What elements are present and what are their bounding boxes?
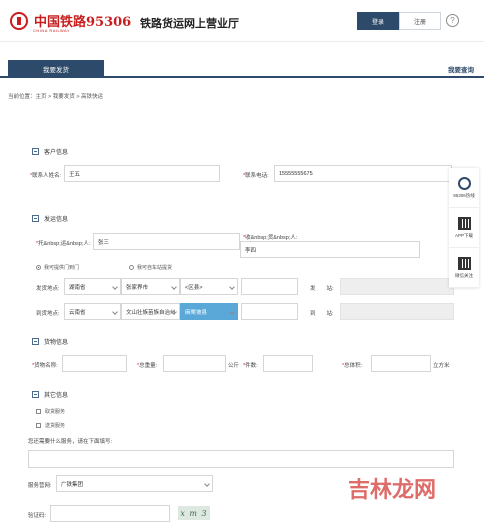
station-to-input[interactable] <box>340 303 454 320</box>
headset-icon <box>457 176 471 190</box>
radio-station-pickup[interactable]: 我可自车站提货 <box>129 264 172 271</box>
railway-logo-icon <box>10 11 28 30</box>
weight-input[interactable] <box>163 355 226 372</box>
station-to-label: 到 站: <box>310 311 334 317</box>
top-header: 中国铁路95306 CHINA RAILWAY 铁路货运网上营业厅 登录 注册 … <box>0 0 484 42</box>
checkbox-icon <box>36 409 41 414</box>
side-hotline[interactable]: 95306热线 <box>449 168 479 208</box>
dest-province-select[interactable]: 云南省 <box>64 303 121 320</box>
tab-ship[interactable]: 我要发货 <box>8 60 104 78</box>
goods-section-title: 货物信息 <box>32 337 68 346</box>
origin-district-select[interactable]: <区县> <box>180 278 238 295</box>
chevron-down-icon <box>112 284 118 290</box>
radio-door-to-door[interactable]: 我可提供门到门 <box>36 264 79 271</box>
chevron-down-icon <box>112 309 118 315</box>
side-panel: 95306热线 APP下载 微信关注 <box>449 168 479 288</box>
watermark: 吉林龙网 <box>348 478 437 503</box>
volume-unit: 立方米 <box>433 363 450 369</box>
station-from-label: 发 站: <box>310 286 334 292</box>
origin-label: 发货地点: <box>36 286 60 292</box>
goods-section-label: 货物信息 <box>44 340 69 346</box>
logo[interactable]: 中国铁路95306 CHINA RAILWAY <box>10 11 131 33</box>
branch-label: 服务营网: <box>28 483 52 489</box>
branch-select[interactable]: 广铁集团 <box>56 475 213 492</box>
logo-subtext: CHINA RAILWAY <box>33 28 71 33</box>
captcha-image[interactable]: x m 3 <box>178 506 210 520</box>
phone-label: *联系电话: <box>243 173 269 179</box>
sender-input[interactable]: 张三 <box>93 233 240 250</box>
contact-name-input[interactable]: 王五 <box>64 165 220 182</box>
user-icon <box>32 148 39 155</box>
volume-input[interactable] <box>371 355 431 372</box>
remark-label: 您还需要什么服务，请在下面填写: <box>28 439 113 445</box>
side-app[interactable]: APP下载 <box>449 208 479 248</box>
shipping-section-label: 发运信息 <box>44 217 69 223</box>
shipping-section-title: 发运信息 <box>32 214 68 223</box>
captcha-label: 验证码: <box>28 513 47 519</box>
receiver-label: *收&nbsp;货&nbsp;人: <box>243 235 298 241</box>
phone-input[interactable]: 15555555675 <box>274 165 452 182</box>
box-icon <box>32 338 39 345</box>
breadcrumb: 当前位置：主页 > 我要发货 > 高铁快运 <box>8 94 104 100</box>
site-title: 铁路货运网上营业厅 <box>140 18 239 30</box>
register-button[interactable]: 注册 <box>399 12 441 30</box>
station-from-input[interactable] <box>340 278 454 295</box>
side-wechat-label: 微信关注 <box>455 272 473 278</box>
dest-address-input[interactable] <box>241 303 298 320</box>
dest-city-select[interactable]: 文山壮族苗族自治州 <box>121 303 180 320</box>
goods-name-label: *货物名称: <box>32 363 58 369</box>
other-section-label: 其它信息 <box>44 393 69 399</box>
chevron-down-icon <box>171 284 177 290</box>
captcha-input[interactable] <box>50 505 170 522</box>
side-hotline-label: 95306热线 <box>453 192 475 198</box>
goods-name-input[interactable] <box>62 355 127 372</box>
volume-label: *总体积: <box>342 363 363 369</box>
chevron-down-icon <box>229 284 235 290</box>
weight-label: *总重量: <box>137 363 158 369</box>
side-app-label: APP下载 <box>454 232 473 238</box>
qr-code-icon <box>457 256 471 270</box>
checkbox-pickup[interactable]: 取货服务 <box>36 408 65 415</box>
chevron-down-icon <box>229 309 235 315</box>
radio-empty-icon <box>129 265 134 270</box>
help-icon[interactable]: ? <box>446 14 459 27</box>
weight-unit: 公斤 <box>228 363 240 369</box>
sender-label: *托&nbsp;运&nbsp;人: <box>36 241 91 247</box>
origin-city-select[interactable]: 张家界市 <box>121 278 180 295</box>
dest-label: 到货地点: <box>36 311 60 317</box>
login-button[interactable]: 登录 <box>357 12 399 30</box>
chevron-down-icon <box>204 481 210 487</box>
tab-query[interactable]: 我要查询 <box>448 64 474 74</box>
radio-selected-icon <box>36 265 41 270</box>
main-nav: 我要发货 我要查询 <box>0 60 484 78</box>
count-label: *件数: <box>243 363 258 369</box>
qr-code-icon <box>457 216 471 230</box>
side-wechat[interactable]: 微信关注 <box>449 248 479 288</box>
count-input[interactable] <box>263 355 313 372</box>
customer-section-title: 客户信息 <box>32 147 68 156</box>
dest-district-select[interactable]: 麻栗坡县 <box>180 303 238 320</box>
info-icon <box>32 391 39 398</box>
origin-province-select[interactable]: 湖南省 <box>64 278 121 295</box>
checkbox-delivery[interactable]: 送货服务 <box>36 422 65 429</box>
origin-address-input[interactable] <box>241 278 298 295</box>
other-section-title: 其它信息 <box>32 390 68 399</box>
truck-icon <box>32 215 39 222</box>
customer-section-label: 客户信息 <box>44 150 69 156</box>
receiver-input[interactable]: 李四 <box>240 241 420 258</box>
contact-label: *联系人姓名: <box>30 173 62 179</box>
remark-textarea[interactable] <box>28 450 454 468</box>
checkbox-icon <box>36 423 41 428</box>
